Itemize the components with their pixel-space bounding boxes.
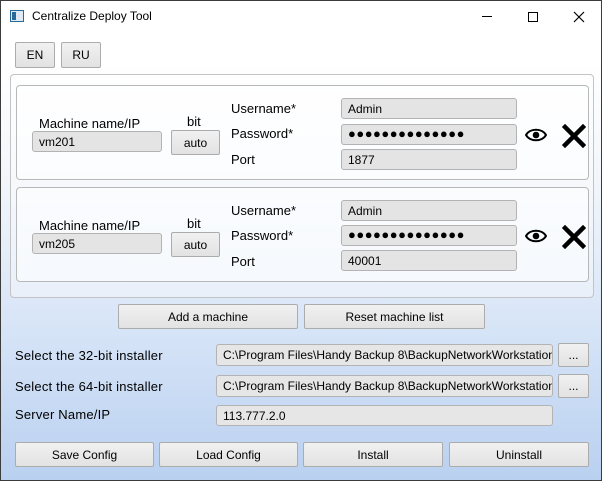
app-icon xyxy=(10,10,24,22)
installer-64-browse-button[interactable]: ... xyxy=(558,374,589,398)
port-input[interactable]: 40001 xyxy=(341,250,517,271)
minimize-icon xyxy=(482,16,492,17)
reset-machine-list-button[interactable]: Reset machine list xyxy=(304,304,485,329)
window-title: Centralize Deploy Tool xyxy=(32,9,152,23)
server-label: Server Name/IP xyxy=(15,407,111,422)
port-input[interactable]: 1877 xyxy=(341,149,517,170)
bit-label: bit xyxy=(187,216,201,231)
remove-machine-x-icon[interactable] xyxy=(562,124,586,148)
close-button[interactable] xyxy=(556,1,601,32)
server-input[interactable]: 113.777.2.0 xyxy=(216,405,553,426)
machine-name-label: Machine name/IP xyxy=(39,218,141,233)
close-icon xyxy=(573,11,585,22)
lang-ru-button[interactable]: RU xyxy=(61,42,101,68)
install-button[interactable]: Install xyxy=(303,442,443,467)
machine-card: Machine name/IP vm201 bit auto Username*… xyxy=(16,85,589,180)
machine-name-input[interactable]: vm201 xyxy=(32,131,162,152)
password-label: Password* xyxy=(231,126,294,141)
username-label: Username* xyxy=(231,203,297,218)
machine-name-input[interactable]: vm205 xyxy=(32,233,162,254)
machine-card: Machine name/IP vm205 bit auto Username*… xyxy=(16,187,589,282)
bit-auto-button[interactable]: auto xyxy=(171,232,220,257)
minimize-button[interactable] xyxy=(464,1,510,32)
port-label: Port xyxy=(231,254,255,269)
machine-name-label: Machine name/IP xyxy=(39,116,141,131)
installer-32-label: Select the 32-bit installer xyxy=(15,348,163,363)
show-password-eye-icon[interactable] xyxy=(525,229,547,243)
password-input[interactable]: ●●●●●●●●●●●●●● xyxy=(341,124,517,145)
port-label: Port xyxy=(231,152,255,167)
installer-32-browse-button[interactable]: ... xyxy=(558,343,589,367)
username-input[interactable]: Admin xyxy=(341,200,517,221)
installer-32-path-input[interactable]: C:\Program Files\Handy Backup 8\BackupNe… xyxy=(216,344,553,366)
installer-64-label: Select the 64-bit installer xyxy=(15,379,163,394)
installer-64-path-input[interactable]: C:\Program Files\Handy Backup 8\BackupNe… xyxy=(216,375,553,397)
password-input[interactable]: ●●●●●●●●●●●●●● xyxy=(341,225,517,246)
machine-list-panel: Machine name/IP vm201 bit auto Username*… xyxy=(10,74,594,298)
maximize-button[interactable] xyxy=(510,1,556,32)
title-bar[interactable]: Centralize Deploy Tool xyxy=(1,1,601,32)
maximize-icon xyxy=(528,11,538,22)
uninstall-button[interactable]: Uninstall xyxy=(449,442,589,467)
load-config-button[interactable]: Load Config xyxy=(159,442,298,467)
app-window: Centralize Deploy Tool EN RU Machine nam… xyxy=(0,0,602,481)
remove-machine-x-icon[interactable] xyxy=(562,225,586,249)
save-config-button[interactable]: Save Config xyxy=(15,442,154,467)
show-password-eye-icon[interactable] xyxy=(525,128,547,142)
bit-auto-button[interactable]: auto xyxy=(171,130,220,155)
bit-label: bit xyxy=(187,114,201,129)
add-machine-button[interactable]: Add a machine xyxy=(118,304,298,329)
username-label: Username* xyxy=(231,101,297,116)
lang-en-button[interactable]: EN xyxy=(15,42,55,68)
username-input[interactable]: Admin xyxy=(341,98,517,119)
password-label: Password* xyxy=(231,228,294,243)
